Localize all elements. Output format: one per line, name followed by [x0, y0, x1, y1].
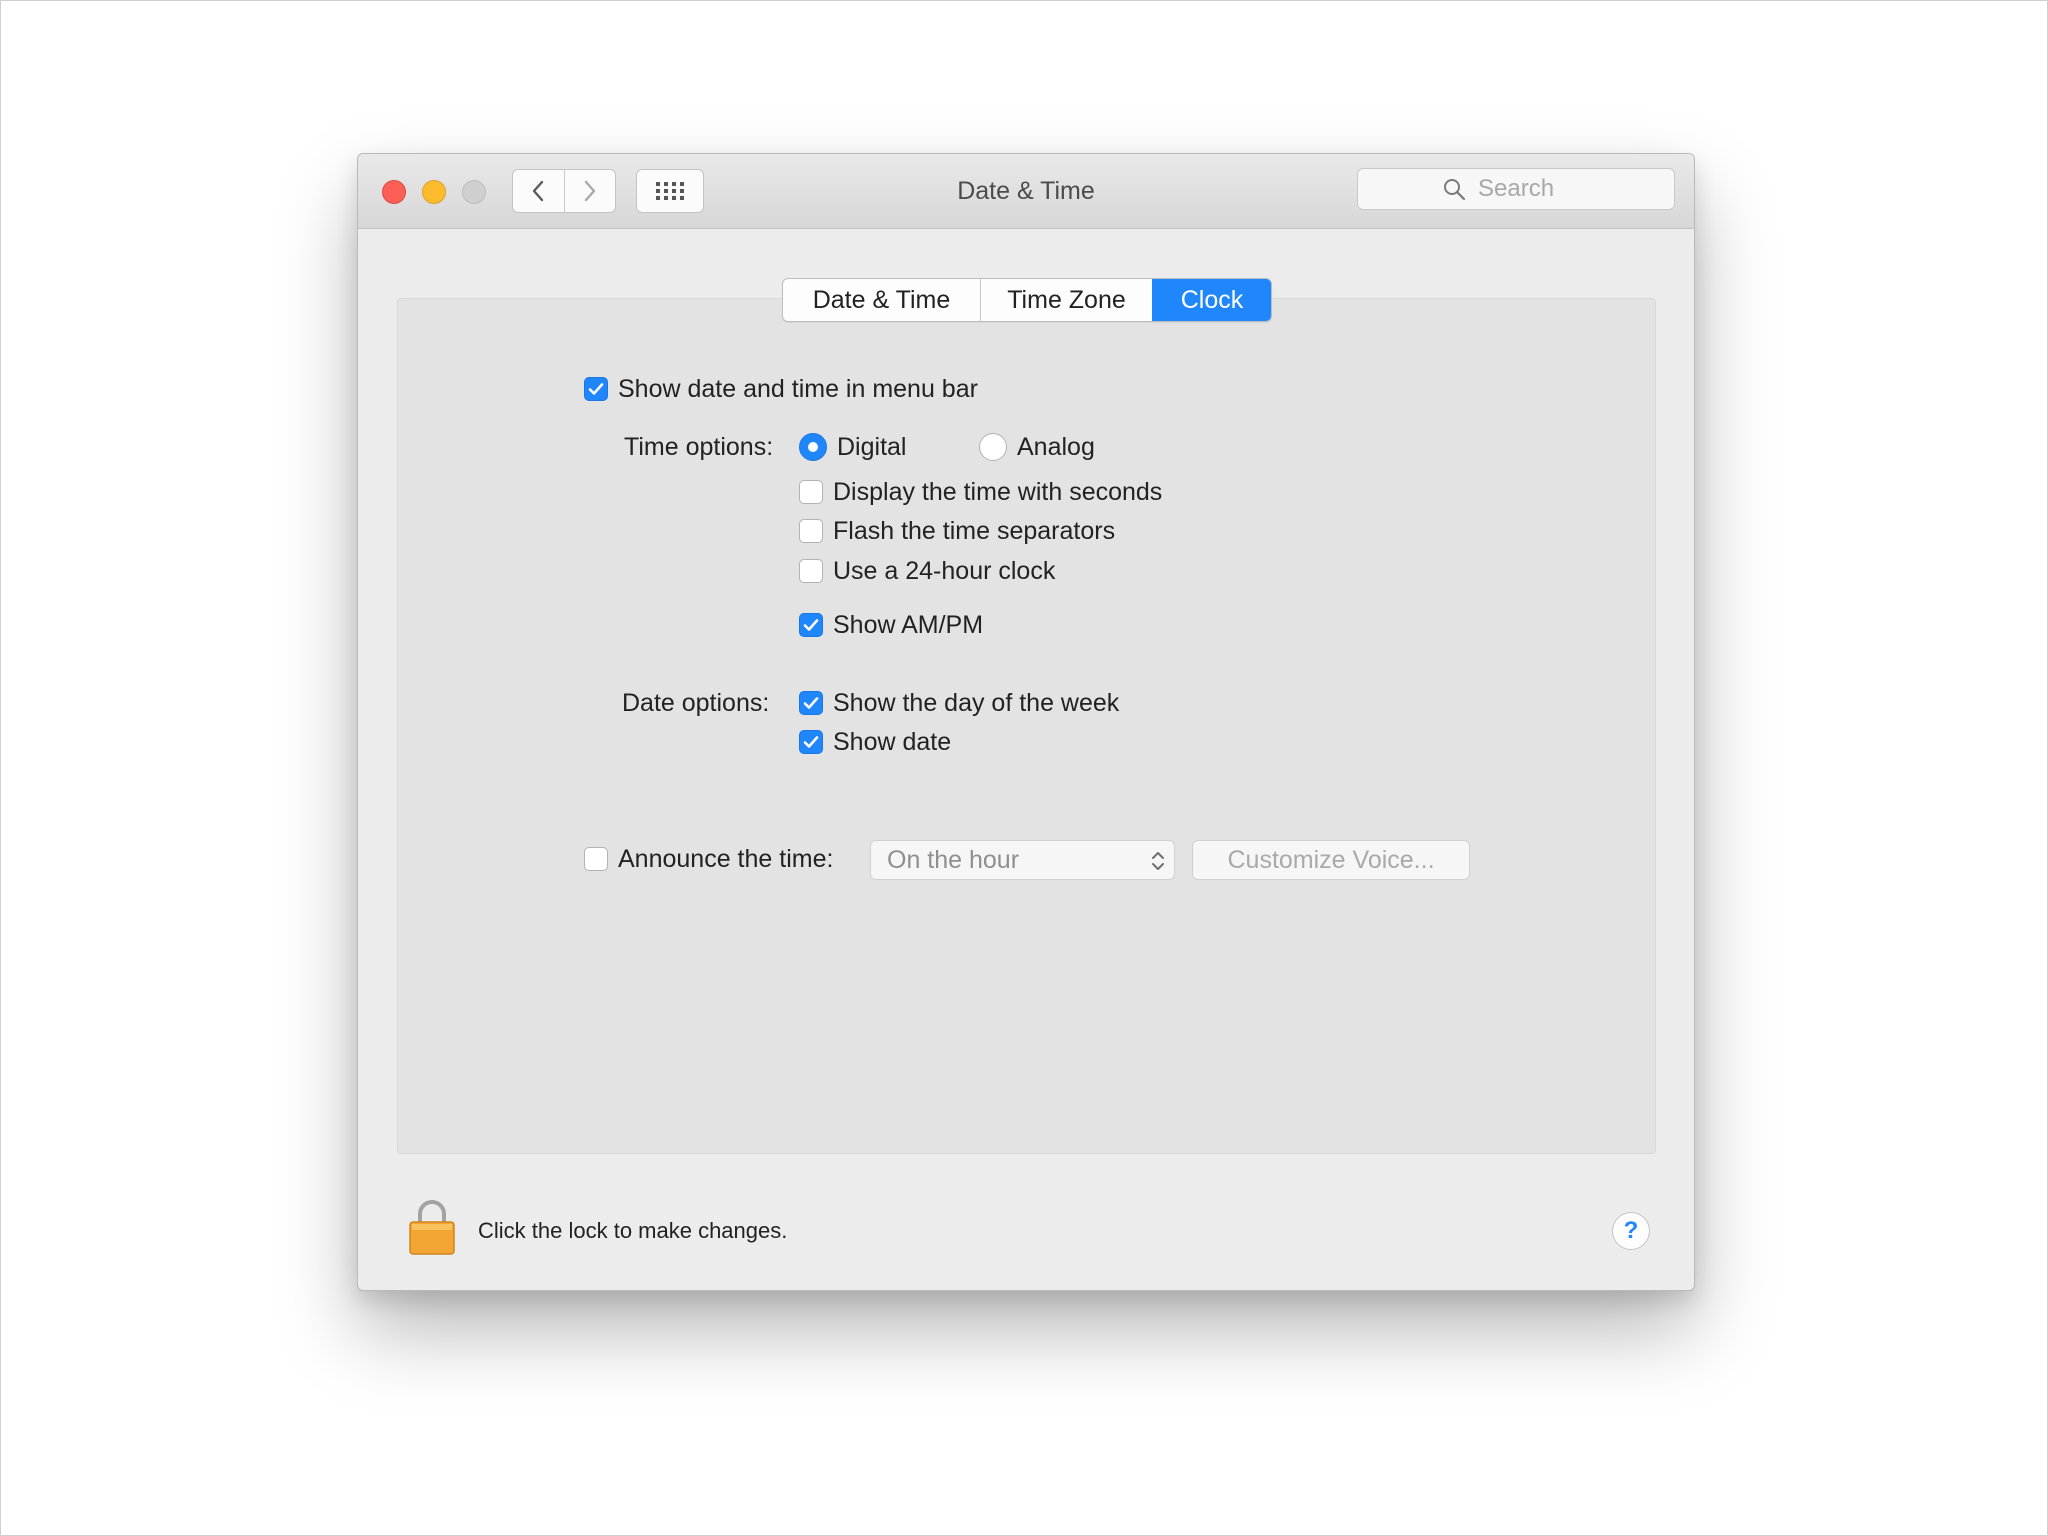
day-of-week-row: Show the day of the week — [799, 686, 1119, 720]
show-menu-bar-checkbox[interactable] — [584, 377, 608, 401]
seconds-label: Display the time with seconds — [833, 477, 1163, 506]
customize-voice-button[interactable]: Customize Voice... — [1192, 840, 1470, 880]
hour24-label: Use a 24-hour clock — [833, 556, 1056, 585]
seconds-row: Display the time with seconds — [799, 475, 1162, 509]
preferences-window: Date & Time Date & Time Time Zone Clock — [357, 153, 1695, 1291]
checkmark-icon — [803, 697, 819, 709]
time-options-label: Time options: — [624, 432, 774, 461]
show-menu-bar-label: Show date and time in menu bar — [618, 374, 978, 403]
radio-digital-row: Digital — [799, 430, 906, 464]
ampm-label: Show AM/PM — [833, 610, 984, 639]
ampm-row: Show AM/PM — [799, 608, 983, 642]
announce-row: Announce the time: — [584, 842, 833, 876]
hour24-row: Use a 24-hour clock — [799, 554, 1055, 588]
day-of-week-checkbox[interactable] — [799, 691, 823, 715]
digital-label: Digital — [837, 432, 907, 461]
help-icon: ? — [1623, 1217, 1639, 1244]
help-button[interactable]: ? — [1612, 1212, 1650, 1250]
hour24-checkbox[interactable] — [799, 559, 823, 583]
show-date-label: Show date — [833, 727, 952, 756]
digital-radio[interactable] — [799, 433, 827, 461]
show-date-row: Show date — [799, 725, 951, 759]
lock-button[interactable] — [406, 1198, 458, 1261]
radio-analog-row: Analog — [979, 430, 1095, 464]
checkmark-icon — [588, 383, 604, 395]
flash-separators-checkbox[interactable] — [799, 519, 823, 543]
lock-message: Click the lock to make changes. — [478, 1218, 788, 1243]
announce-interval-popup[interactable]: On the hour — [870, 840, 1175, 880]
clock-options: Show date and time in menu bar Time opti… — [358, 154, 1694, 1290]
flash-separators-row: Flash the time separators — [799, 514, 1115, 548]
updown-arrows-icon — [1152, 852, 1164, 870]
flash-separators-label: Flash the time separators — [833, 516, 1116, 545]
analog-label: Analog — [1017, 432, 1095, 461]
date-options-label: Date options: — [622, 688, 770, 717]
announce-interval-value: On the hour — [887, 845, 1020, 874]
checkmark-icon — [803, 736, 819, 748]
lock-icon — [409, 1200, 455, 1255]
show-menu-bar-row: Show date and time in menu bar — [584, 372, 978, 406]
announce-label: Announce the time: — [618, 844, 834, 873]
announce-checkbox[interactable] — [584, 847, 608, 871]
checkmark-icon — [803, 619, 819, 631]
day-of-week-label: Show the day of the week — [833, 688, 1120, 717]
ampm-checkbox[interactable] — [799, 613, 823, 637]
screen-frame: Date & Time Date & Time Time Zone Clock — [0, 0, 2048, 1536]
seconds-checkbox[interactable] — [799, 480, 823, 504]
analog-radio[interactable] — [979, 433, 1007, 461]
show-date-checkbox[interactable] — [799, 730, 823, 754]
